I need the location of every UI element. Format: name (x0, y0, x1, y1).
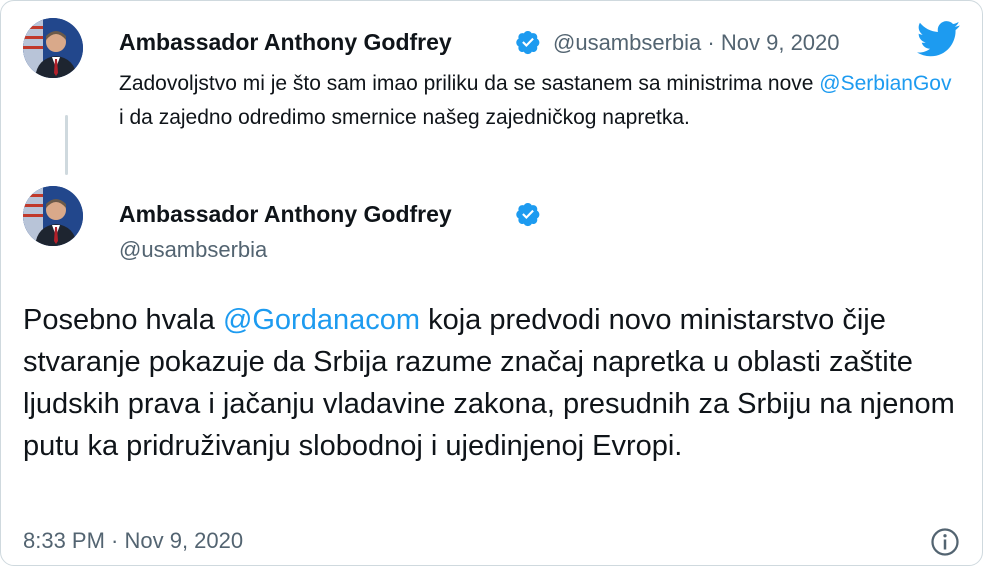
avatar[interactable] (23, 18, 83, 78)
quoted-handle-date: @usambserbia · Nov 9, 2020 (553, 30, 840, 56)
quoted-date[interactable]: Nov 9, 2020 (721, 30, 840, 55)
tweet-text-segment: Posebno hvala (23, 304, 223, 336)
tweet-timestamp[interactable]: 8:33 PM · Nov 9, 2020 (23, 528, 243, 554)
main-handle[interactable]: @usambserbia (119, 237, 267, 263)
tweet-text-segment: i da zajedno odredimo smernice našeg zaj… (119, 106, 690, 129)
info-icon[interactable] (930, 527, 960, 557)
avatar-image (23, 18, 83, 78)
main-tweet-text: Posebno hvala @Gordanacom koja predvodi … (23, 299, 963, 467)
verified-badge-icon (516, 202, 540, 227)
tweet-text-segment: Zadovoljstvo mi je što sam imao priliku … (119, 72, 820, 95)
twitter-bird-icon[interactable] (917, 21, 961, 57)
mention-link[interactable]: @SerbianGov (819, 72, 951, 95)
quoted-author-name[interactable]: Ambassador Anthony Godfrey (119, 29, 452, 56)
separator: · (707, 30, 715, 55)
avatar[interactable] (23, 186, 83, 246)
verified-badge-icon (516, 30, 540, 55)
main-author-name[interactable]: Ambassador Anthony Godfrey (119, 201, 452, 228)
avatar-image (23, 186, 83, 246)
quoted-tweet-text: Zadovoljstvo mi je što sam imao priliku … (119, 67, 959, 135)
tweet-card: Ambassador Anthony Godfrey @usambserbia … (0, 0, 983, 566)
thread-connector (65, 115, 68, 175)
quoted-handle[interactable]: @usambserbia (553, 30, 701, 55)
mention-link[interactable]: @Gordanacom (223, 304, 420, 336)
